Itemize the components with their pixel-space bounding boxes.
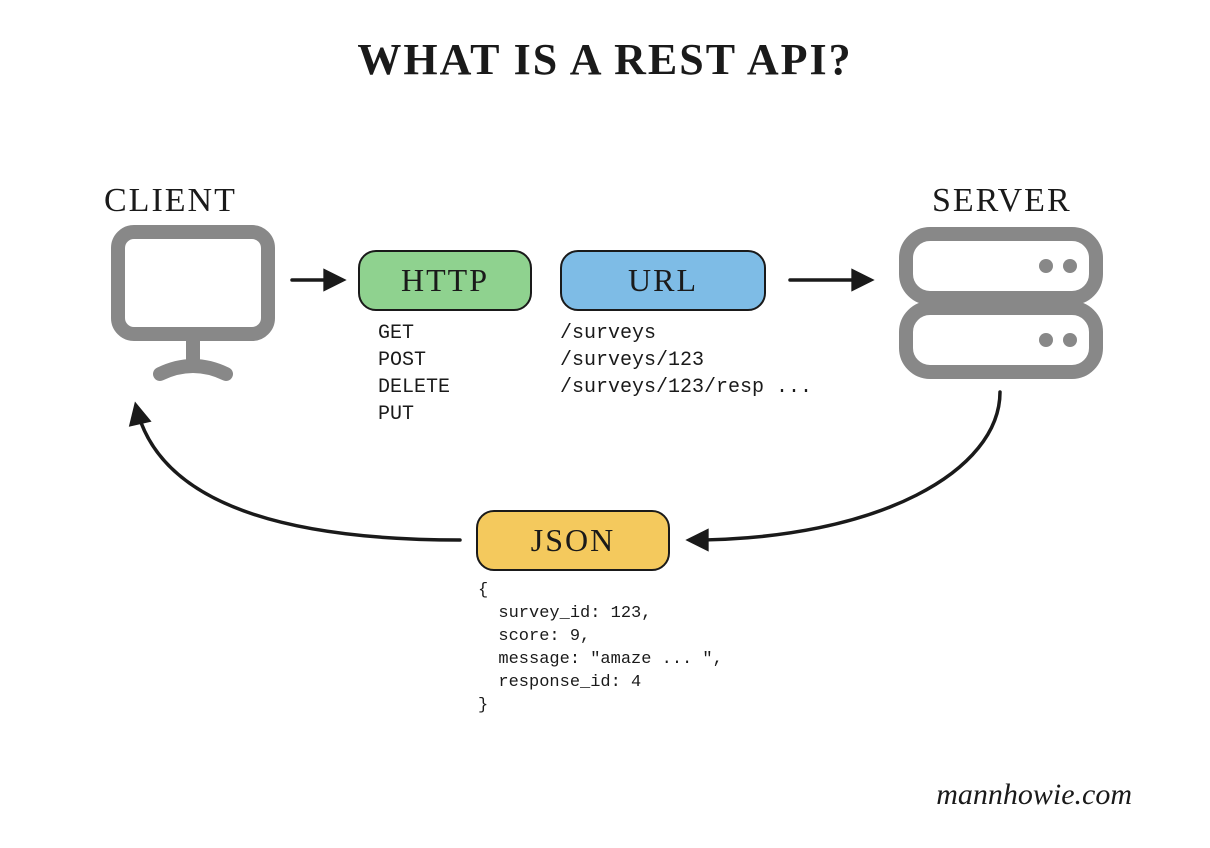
credit-text: mannhowie.com bbox=[936, 778, 1132, 812]
server-icon bbox=[896, 224, 1106, 384]
http-methods-list: GET POST DELETE PUT bbox=[378, 320, 450, 428]
url-pill: URL bbox=[560, 250, 766, 311]
flow-arrows bbox=[0, 0, 1210, 848]
url-paths-list: /surveys /surveys/123 /surveys/123/resp … bbox=[560, 320, 812, 401]
client-label: CLIENT bbox=[104, 182, 237, 220]
diagram-title: WHAT IS A REST API? bbox=[0, 34, 1210, 85]
monitor-icon bbox=[108, 224, 278, 384]
http-pill: HTTP bbox=[358, 250, 532, 311]
json-pill: JSON bbox=[476, 510, 670, 571]
server-label: SERVER bbox=[932, 182, 1072, 220]
json-body-example: { survey_id: 123, score: 9, message: "am… bbox=[478, 580, 723, 718]
